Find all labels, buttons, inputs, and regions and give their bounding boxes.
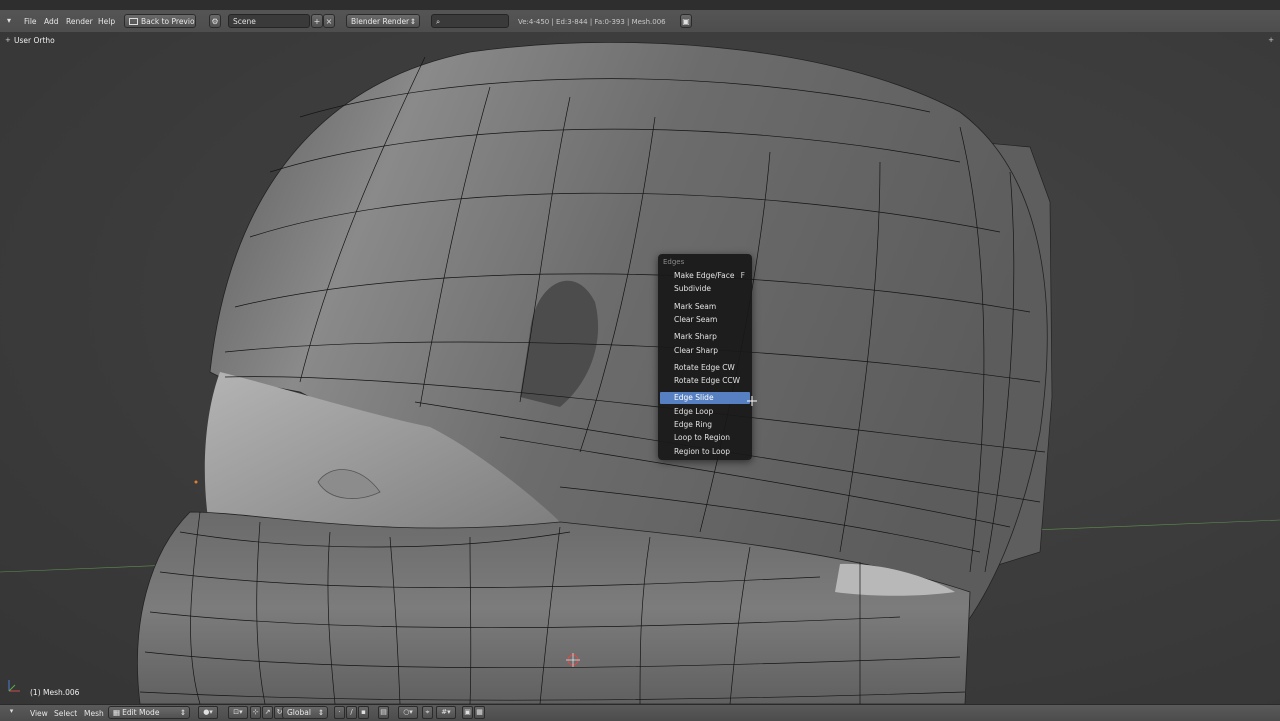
menu-item-label: Subdivide — [674, 284, 712, 293]
menu-file[interactable]: File — [24, 17, 37, 26]
menu-item-edge-ring[interactable]: Edge Ring — [660, 419, 750, 431]
view-corner-icon[interactable]: + — [5, 36, 11, 44]
chevron-updown-icon: ⇕ — [409, 17, 416, 26]
menu-item-clear-sharp[interactable]: Clear Sharp — [660, 345, 750, 357]
menu-item-edge-loop[interactable]: Edge Loop — [660, 406, 750, 418]
menu-item-label: Clear Sharp — [674, 346, 718, 355]
snap-toggle-icon[interactable]: ⌖ — [422, 706, 433, 719]
menu-item-edge-slide[interactable]: Edge Slide — [660, 392, 750, 404]
menu-view[interactable]: View — [30, 709, 48, 718]
vertex-select-icon[interactable]: · — [334, 706, 345, 719]
mouse-cursor-icon — [747, 396, 757, 406]
3d-view-header-row: ▾ View Select Mesh ▦ Edit Mode ⇕ ●▾ ⊡▾ ⊹ … — [0, 706, 1280, 720]
menu-item-label: Region to Loop — [674, 447, 730, 456]
chevron-updown-icon: ⇕ — [317, 708, 324, 717]
3d-view-header: ▾ View Select Mesh ▦ Edit Mode ⇕ ●▾ ⊡▾ ⊹ … — [0, 704, 1280, 721]
menu-item-label: Rotate Edge CCW — [674, 376, 741, 385]
info-header-row: ▾ File Add Render Help Back to Previous … — [0, 14, 1280, 30]
pivot-point-icon[interactable]: ⊡▾ — [228, 706, 248, 719]
object-origin-dot — [194, 480, 198, 484]
menu-item-region-to-loop[interactable]: Region to Loop — [660, 446, 750, 458]
axis-widget-icon — [8, 680, 20, 692]
proportional-edit-icon[interactable]: ○▾ — [398, 706, 418, 719]
search-icon: ⌕ — [436, 17, 441, 26]
render-icon[interactable]: ▣ — [680, 14, 692, 28]
menu-item-label: Clear Seam — [674, 315, 718, 324]
add-scene-icon[interactable]: + — [311, 14, 323, 28]
3d-viewport[interactable]: + User Ortho + (1) Mesh.006 — [0, 32, 1280, 704]
menu-item-label: Mark Sharp — [674, 332, 717, 341]
screen-icon — [129, 18, 138, 25]
render-animation-icon[interactable]: ▦ — [474, 706, 485, 719]
render-engine-dropdown[interactable]: Blender Render ⇕ — [346, 14, 420, 28]
view-corner-right-icon[interactable]: + — [1268, 36, 1274, 44]
snap-element-icon[interactable]: #▾ — [436, 706, 456, 719]
menu-item-label: Mark Seam — [674, 302, 717, 311]
menu-mesh[interactable]: Mesh — [84, 709, 104, 718]
orientation-label: Global — [287, 708, 311, 717]
manipulator-toggle-icon[interactable]: ⊹ — [250, 706, 261, 719]
render-engine-label: Blender Render — [351, 17, 410, 26]
back-to-previous-button[interactable]: Back to Previous — [124, 14, 196, 28]
menu-item-subdivide[interactable]: Subdivide — [660, 283, 750, 295]
transform-orientation-dropdown[interactable]: Global ⇕ — [282, 706, 328, 719]
menu-item-rotate-edge-ccw[interactable]: Rotate Edge CCW — [660, 375, 750, 387]
menu-item-rotate-edge-cw[interactable]: Rotate Edge CW — [660, 362, 750, 374]
back-to-previous-label: Back to Previous — [141, 17, 195, 26]
menu-item-label: Edge Loop — [674, 407, 714, 416]
edge-select-icon[interactable]: / — [346, 706, 357, 719]
search-field[interactable]: ⌕ — [431, 14, 509, 28]
menu-item-shortcut: F — [740, 271, 745, 280]
view-name: User Ortho — [14, 36, 55, 45]
occlude-geometry-icon[interactable]: ▤ — [378, 706, 389, 719]
editor-type-icon[interactable]: ▾ — [4, 14, 14, 28]
face-select-icon[interactable]: ▪ — [358, 706, 369, 719]
menu-help[interactable]: Help — [98, 17, 115, 26]
menu-item-clear-seam[interactable]: Clear Seam — [660, 314, 750, 326]
chevron-updown-icon: ⇕ — [179, 708, 186, 717]
menu-item-mark-seam[interactable]: Mark Seam — [660, 301, 750, 313]
mode-dropdown[interactable]: ▦ Edit Mode ⇕ — [108, 706, 190, 719]
window-title-strip — [0, 0, 1280, 10]
menu-item-mark-sharp[interactable]: Mark Sharp — [660, 331, 750, 343]
menu-item-label: Edge Slide — [674, 393, 714, 402]
delete-scene-icon[interactable]: × — [323, 14, 335, 28]
object-info: (1) Mesh.006 — [30, 688, 80, 697]
render-still-icon[interactable]: ▣ — [462, 706, 473, 719]
menu-title: Edges — [663, 258, 685, 266]
scene-stats: Ve:4-450 | Ed:3-844 | Fa:0-393 | Mesh.00… — [518, 18, 666, 26]
mode-label: Edit Mode — [122, 708, 160, 717]
mesh-model[interactable] — [0, 32, 1280, 704]
translate-manipulator-icon[interactable]: ↗ — [262, 706, 273, 719]
menu-item-label: Loop to Region — [674, 433, 730, 442]
scene-field[interactable]: Scene — [228, 14, 310, 28]
edges-context-menu: Edges Make Edge/Face F Subdivide Mark Sea… — [658, 254, 752, 460]
scene-browse-icon[interactable]: ⚙ — [209, 14, 221, 28]
menu-render[interactable]: Render — [66, 17, 93, 26]
menu-select[interactable]: Select — [54, 709, 77, 718]
menu-item-label: Make Edge/Face — [674, 271, 735, 280]
editor-type-icon[interactable]: ▾ — [6, 706, 17, 719]
menu-item-make-edge-face[interactable]: Make Edge/Face F — [660, 270, 750, 282]
menu-item-label: Edge Ring — [674, 420, 713, 429]
menu-item-label: Rotate Edge CW — [674, 363, 735, 372]
menu-item-loop-to-region[interactable]: Loop to Region — [660, 432, 750, 444]
menu-add[interactable]: Add — [44, 17, 59, 26]
edit-mode-icon: ▦ — [113, 708, 121, 717]
viewport-shading-icon[interactable]: ●▾ — [198, 706, 218, 719]
